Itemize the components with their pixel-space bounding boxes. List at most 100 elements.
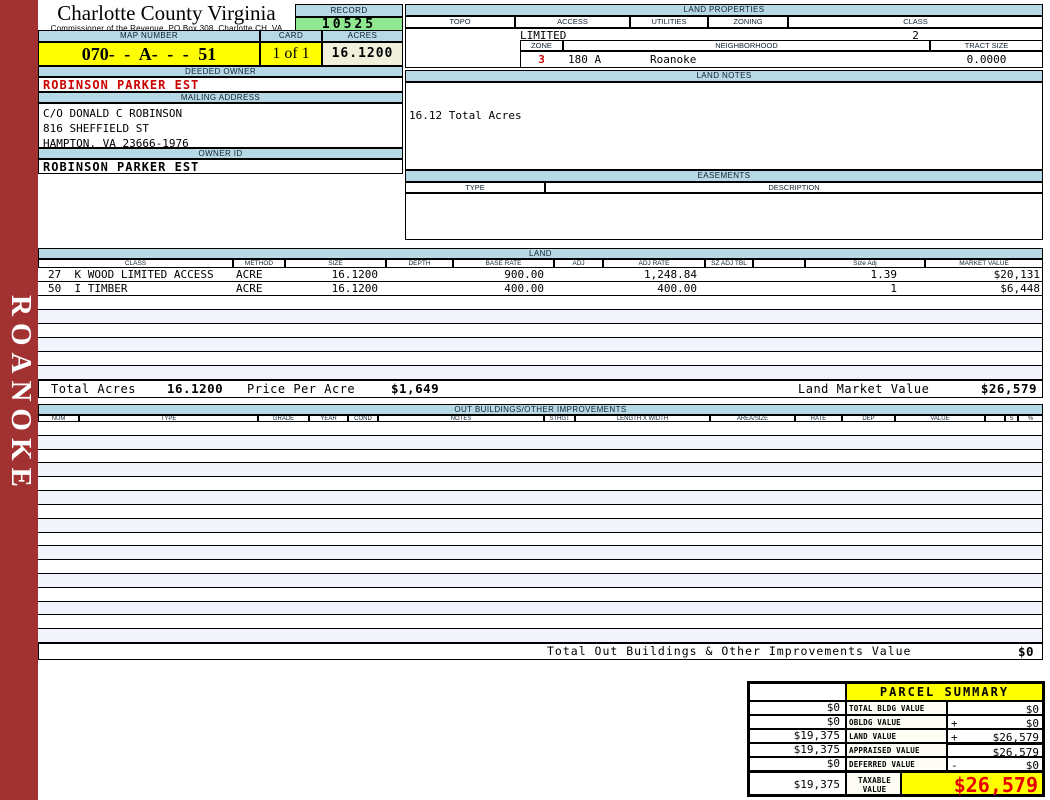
land-market-value: $26,579 (980, 381, 1037, 396)
land-col-SZ ADJ TBL: SZ ADJ TBL (705, 259, 753, 268)
land-cell-base_rate: 400.00 (504, 282, 544, 295)
summary-prior-value: $0 (749, 701, 846, 715)
land-notes-text: 16.12 Total Acres (409, 109, 522, 122)
land-col-METHOD: METHOD (233, 259, 285, 268)
out-buildings-row (38, 601, 1042, 616)
land-row (38, 310, 1042, 324)
owner-id-label: OWNER ID (38, 148, 403, 159)
summary-value-cell: $0 (947, 701, 1043, 716)
ob-col-COND: COND (348, 415, 378, 422)
deeded-owner-value: ROBINSON PARKER EST (38, 77, 403, 92)
price-per-acre-value: $1,649 (391, 381, 440, 396)
ob-col-S: S (1005, 415, 1018, 422)
neighborhood-label: NEIGHBORHOOD (563, 40, 930, 51)
ob-col-% COMP: % COMP (1018, 415, 1043, 422)
price-per-acre-label: Price Per Acre (247, 382, 356, 396)
land-header: CLASS METHOD SIZE DEPTH BASE RATE ADJ ADJ RATE… (38, 259, 1043, 268)
summary-row-label: OBLDG VALUE (846, 715, 947, 729)
neighborhood-name: Roanoke (650, 53, 697, 66)
summary-row-label: LAND VALUE (846, 729, 947, 743)
easements-box (405, 193, 1043, 240)
out-buildings-row (38, 560, 1042, 574)
summary-prior-value: $19,375 (749, 729, 846, 743)
total-acres-label: Total Acres (51, 382, 136, 396)
summary-row-label: TOTAL BLDG VALUE (846, 701, 947, 715)
land-properties-col-zoning: ZONING (708, 16, 788, 28)
ob-col-RATE: RATE (795, 415, 842, 422)
land-properties-col-topo: TOPO (405, 16, 515, 28)
land-col-DEPTH: DEPTH (386, 259, 453, 268)
summary-value-cell: - $0 (947, 757, 1043, 772)
ob-col-DEP: DEP (842, 415, 895, 422)
mailing-address-box: C/O DONALD C ROBINSON 816 SHEFFIELD ST H… (38, 103, 403, 150)
card-label: CARD (260, 30, 322, 42)
taxable-label: TAXABLE VALUE (846, 771, 901, 795)
land-cell-adj_rate: 400.00 (657, 282, 697, 295)
parcel-summary: PARCEL SUMMARY $0 TOTAL BLDG VALUE $0 $0 OBLD… (747, 681, 1045, 797)
land-properties-col-access: ACCESS (515, 16, 630, 28)
ob-col-STHGT: STHGT (544, 415, 575, 422)
land-col-MARKET VALUE: MARKET VALUE (925, 259, 1043, 268)
out-buildings-total-row: Total Out Buildings & Other Improvements… (38, 643, 1043, 660)
summary-prior-value: $19,375 (749, 743, 846, 757)
land-row (38, 296, 1042, 310)
ob-col-TYPE: TYPE (79, 415, 258, 422)
ob-col-GRADE: GRADE (258, 415, 309, 422)
zone-label: ZONE (520, 40, 563, 51)
land-properties-title: LAND PROPERTIES (405, 4, 1043, 16)
summary-blank-cell (749, 683, 846, 701)
out-buildings-title: OUT BUILDINGS/OTHER IMPROVEMENTS (38, 404, 1043, 415)
land-row: 27 K WOOD LIMITED ACCESS ACRE 16.1200 900.0… (38, 268, 1042, 282)
land-totals-row: Total Acres 16.1200 Price Per Acre $1,64… (38, 380, 1043, 398)
summary-prior-value: $0 (749, 757, 846, 771)
summary-value-cell: $26,579 (947, 743, 1043, 759)
summary-value-cell: + $26,579 (947, 729, 1043, 744)
out-buildings-total-label: Total Out Buildings & Other Improvements… (547, 644, 912, 658)
taxable-prior-value: $19,375 (749, 771, 846, 795)
out-buildings-row (38, 505, 1042, 519)
district-sidebar: ROANOKE (0, 0, 38, 800)
owner-id-value: ROBINSON PARKER EST (38, 159, 403, 174)
ob-col-NUM: NUM (38, 415, 79, 422)
summary-row-label: DEFERRED VALUE (846, 757, 947, 771)
out-buildings-row (38, 491, 1042, 505)
land-rows: 27 K WOOD LIMITED ACCESS ACRE 16.1200 900.0… (38, 268, 1043, 380)
district-name: ROANOKE (5, 295, 37, 494)
out-buildings-row (38, 435, 1042, 450)
land-properties-col-class: CLASS (788, 16, 1043, 28)
record-label: RECORD (295, 4, 403, 17)
county-header: Charlotte County Virginia Commissioner o… (38, 2, 295, 33)
land-notes-box: 16.12 Total Acres (405, 82, 1043, 170)
out-buildings-row (38, 615, 1042, 630)
out-buildings-header: NUM TYPE GRADE YEAR COND NOTES STHGT LENGTH X W… (38, 415, 1043, 422)
out-buildings-row (38, 463, 1042, 478)
land-market-value-label: Land Market Value (798, 382, 930, 396)
land-row (38, 324, 1042, 338)
easements-title: EASEMENTS (405, 170, 1043, 182)
out-buildings-row (38, 518, 1042, 533)
out-buildings-row (38, 533, 1042, 547)
acres-value: 16.1200 (322, 42, 403, 66)
tract-size-value: 0.0000 (966, 53, 1007, 66)
parcel-summary-title: PARCEL SUMMARY (846, 683, 1043, 701)
summary-value-cell: + $0 (947, 715, 1043, 730)
neighborhood-code: 180 A (568, 53, 602, 66)
card-value: 1 of 1 (260, 42, 322, 66)
land-table-title: LAND (38, 248, 1043, 259)
out-buildings-total-value: $0 (1017, 644, 1034, 659)
out-buildings-row (38, 450, 1042, 464)
ob-col-AREA/SIZE: AREA/SIZE (710, 415, 795, 422)
out-buildings-row (38, 422, 1042, 436)
mailing-address-label: MAILING ADDRESS (38, 92, 403, 103)
taxable-value: $26,579 (901, 771, 1043, 797)
land-cell-class: 50 I TIMBER (48, 282, 128, 295)
land-row: 50 I TIMBER ACRE 16.1200 400.00 400.00 1 $6,44… (38, 282, 1042, 296)
land-cell-adj_rate: 1,248.84 (644, 268, 697, 281)
map-number-label: MAP NUMBER (38, 30, 260, 42)
ob-col-YEAR: YEAR (309, 415, 348, 422)
land-col-blank (753, 259, 805, 268)
easements-col-description: DESCRIPTION (545, 182, 1043, 193)
land-row (38, 338, 1042, 352)
ob-col-LENGTH X WIDTH: LENGTH X WIDTH (575, 415, 710, 422)
out-buildings-row (38, 588, 1042, 602)
